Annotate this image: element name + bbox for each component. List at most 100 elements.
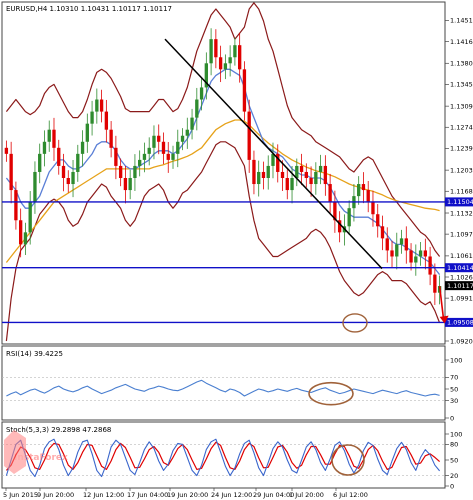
rsi-ytick-label: 70 — [450, 374, 458, 382]
main-ytick-label: 1.14160 — [450, 38, 473, 46]
main-header: EURUSD,H4 1.10310 1.10431 1.10117 1.1011… — [6, 5, 172, 13]
candle-body — [138, 159, 142, 166]
candle-body — [176, 141, 180, 154]
candle-body — [80, 141, 85, 154]
candle-body — [161, 141, 166, 154]
candle-body — [38, 153, 42, 172]
candle-body — [328, 184, 332, 203]
candle-body — [228, 57, 232, 64]
candle-body — [366, 190, 370, 203]
candle-body — [18, 220, 23, 245]
candle-body — [166, 153, 170, 160]
xtick-label: 12 Jun 12:00 — [83, 491, 124, 499]
candle-body — [371, 202, 375, 215]
candle-body — [290, 178, 294, 191]
candle-body — [147, 147, 151, 154]
candle-body — [237, 45, 242, 70]
rsi-ytick-label: 30 — [450, 397, 458, 405]
xtick-label: 24 Jun 12:00 — [211, 491, 252, 499]
candle-body — [252, 159, 256, 185]
candle-body — [428, 256, 432, 275]
candle-body — [33, 171, 37, 203]
main-ytick-label: 1.09910 — [450, 294, 473, 302]
stoch-ytick-label: 80 — [450, 441, 458, 449]
candle-body — [195, 99, 199, 118]
main-ytick-label: 1.10260 — [450, 273, 473, 281]
candle-body — [257, 171, 261, 185]
candle-body — [409, 250, 413, 263]
candle-body — [14, 190, 18, 221]
main-ytick-label: 1.10610 — [450, 252, 473, 260]
candle-body — [242, 69, 247, 112]
candle-body — [280, 171, 285, 178]
main-ytick-label: 1.14510 — [450, 17, 473, 25]
candle-body — [214, 39, 218, 58]
candle-body — [285, 178, 289, 191]
candle-body — [209, 39, 213, 64]
main-ytick-label: 1.09200 — [450, 337, 473, 345]
current-price-label: 1.10117 — [447, 282, 473, 290]
stoch-ytick-label: 20 — [450, 472, 458, 480]
main-ytick-label: 1.13800 — [450, 60, 473, 68]
candle-body — [271, 153, 275, 166]
candle-body — [85, 123, 89, 142]
candle-body — [90, 111, 94, 124]
candle-body — [142, 153, 147, 160]
candle-body — [28, 202, 32, 233]
chart-canvas: EURUSD,H4 1.10310 1.10431 1.10117 1.1011… — [1, 1, 473, 499]
candle-body — [57, 147, 61, 166]
main-ytick-label: 1.13450 — [450, 81, 473, 89]
candle-body — [361, 184, 366, 191]
main-ytick-label: 1.12390 — [450, 145, 473, 153]
candle-body — [123, 178, 128, 191]
candle-body — [66, 178, 70, 185]
y-axis-ticks: 1.14510 1.14160 1.13800 1.13450 1.13090 1.127… — [445, 17, 473, 345]
candle-body — [414, 256, 418, 263]
candle-body — [180, 135, 185, 142]
candle-body — [357, 184, 361, 197]
candle-body — [109, 129, 113, 148]
xtick-label: 19 Jun 20:00 — [167, 491, 208, 499]
xtick-label: 1 Jul 20:00 — [289, 491, 324, 499]
stoch-ytick-label: 0 — [450, 482, 454, 490]
candle-body — [118, 165, 123, 178]
candle-body — [418, 250, 423, 257]
candle-body — [385, 238, 389, 251]
candle-body — [399, 238, 404, 245]
candle-body — [390, 250, 394, 257]
candle-body — [323, 165, 328, 185]
candle-body — [299, 165, 304, 172]
main-ytick-label: 1.13090 — [450, 102, 473, 110]
xtick-label: 6 Jul 12:00 — [333, 491, 368, 499]
main-ytick-label: 1.11680 — [450, 188, 473, 196]
candle-body — [47, 129, 51, 142]
rsi-ytick-label: 0 — [450, 414, 454, 422]
candle-body — [318, 165, 323, 172]
candle-body — [433, 274, 437, 293]
level-tag-label: 1.09508 — [447, 319, 473, 327]
candle-body — [309, 178, 313, 185]
candle-body — [52, 129, 56, 148]
candle-body — [114, 147, 118, 166]
xtick-label: 5 Jun 2015 — [3, 491, 38, 499]
candle-body — [128, 178, 132, 191]
stoch-header: Stoch(5,3,3) 29.2898 47.2868 — [6, 426, 111, 434]
rsi-header: RSI(14) 39.4225 — [6, 350, 63, 358]
candle-body — [404, 238, 408, 251]
candle-body — [152, 135, 156, 148]
watermark-text: InstaForex — [14, 453, 68, 463]
candle-body — [395, 244, 399, 257]
candle-body — [76, 153, 80, 172]
candle-body — [104, 111, 109, 130]
candle-body — [233, 45, 237, 58]
candle-body — [157, 135, 161, 142]
rsi-ytick-label: 100 — [450, 356, 462, 364]
candle-body — [171, 153, 175, 160]
candle-body — [4, 147, 9, 154]
candle-body — [199, 87, 204, 100]
candle-body — [133, 165, 137, 178]
candle-body — [380, 226, 385, 239]
level-tag-label: 1.10414 — [447, 264, 473, 272]
candle-body — [376, 214, 380, 227]
candle-body — [266, 165, 270, 178]
